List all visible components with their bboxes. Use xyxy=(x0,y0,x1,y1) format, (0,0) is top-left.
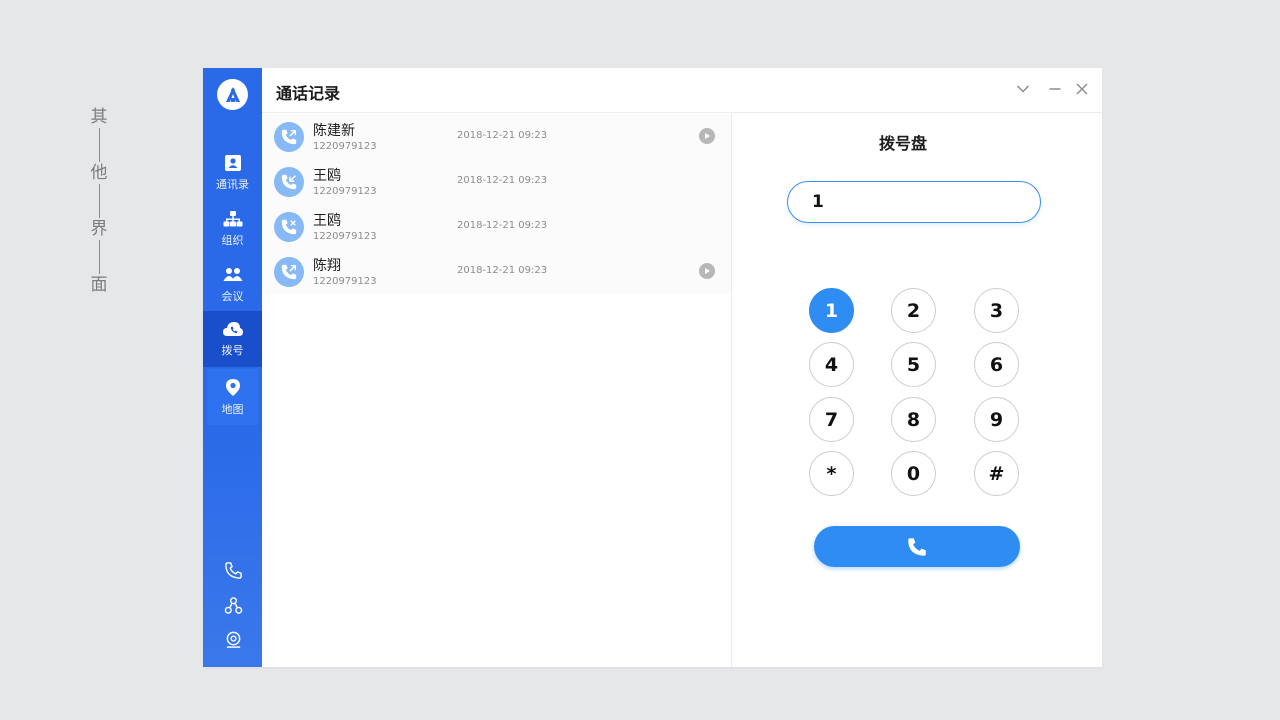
dial-key-3[interactable]: 3 xyxy=(974,288,1019,333)
minimize-icon xyxy=(1049,88,1061,90)
play-icon xyxy=(705,268,710,274)
map-pin-icon xyxy=(225,378,240,396)
dial-key-1[interactable]: 1 xyxy=(809,288,854,333)
call-history-list: 陈建新 1220979123 2018-12-21 09:23 王鸥 12209… xyxy=(262,114,732,667)
phone-icon xyxy=(224,561,242,579)
dial-key-6[interactable]: 6 xyxy=(974,342,1019,387)
dial-key-7[interactable]: 7 xyxy=(809,397,854,442)
page-title: 通话记录 xyxy=(276,84,341,103)
dial-key-5[interactable]: 5 xyxy=(891,342,936,387)
sidebar-item-dial[interactable]: 拨号 xyxy=(203,311,262,367)
app-window: 通讯录 组织 会议 拨号 地图 通话记录 陈建新 1220979123 2018… xyxy=(203,68,1102,667)
minimize-button[interactable] xyxy=(1047,81,1063,97)
phone-icon xyxy=(908,537,926,556)
window-header: 通话记录 xyxy=(262,68,1102,113)
play-recording-button[interactable] xyxy=(699,128,715,144)
caller-number: 1220979123 xyxy=(313,231,377,242)
side-caption: 其 他 界 面 xyxy=(87,106,111,296)
sidebar-item-map[interactable]: 地图 xyxy=(207,369,258,425)
share-icon xyxy=(224,596,242,614)
caption-char: 其 xyxy=(90,107,108,127)
call-time: 2018-12-21 09:23 xyxy=(457,220,548,231)
sidebar-item-contacts[interactable]: 通讯录 xyxy=(203,145,262,201)
caller-name: 陈翔 xyxy=(313,258,341,274)
dial-key-hash[interactable]: # xyxy=(974,451,1019,496)
caller-name: 陈建新 xyxy=(313,123,355,139)
caption-char: 他 xyxy=(90,163,108,183)
sidebar-item-label: 通讯录 xyxy=(216,178,249,191)
call-avatar xyxy=(274,257,304,287)
caller-number: 1220979123 xyxy=(313,186,377,197)
call-row[interactable]: 陈翔 1220979123 2018-12-21 09:23 xyxy=(262,249,731,294)
app-logo[interactable] xyxy=(217,79,248,110)
caption-divider xyxy=(98,184,100,218)
dialpad-title: 拨号盘 xyxy=(878,134,927,153)
logo-icon xyxy=(225,86,240,102)
call-avatar xyxy=(274,167,304,197)
share-button[interactable] xyxy=(223,595,243,615)
chevron-down-icon xyxy=(1016,85,1030,93)
caption-divider xyxy=(98,240,100,274)
sidebar-item-org[interactable]: 组织 xyxy=(203,201,262,257)
caller-number: 1220979123 xyxy=(313,276,377,287)
outgoing-call-icon xyxy=(281,264,297,280)
sidebar-item-label: 地图 xyxy=(221,402,244,416)
caption-char: 面 xyxy=(90,275,108,295)
dial-key-9[interactable]: 9 xyxy=(974,397,1019,442)
call-row[interactable]: 王鸥 1220979123 2018-12-21 09:23 xyxy=(262,159,731,204)
dial-number-input[interactable] xyxy=(787,181,1041,223)
call-time: 2018-12-21 09:23 xyxy=(457,175,548,186)
sidebar-item-label: 会议 xyxy=(221,290,244,303)
caller-number: 1220979123 xyxy=(313,141,377,152)
collapse-button[interactable] xyxy=(1015,81,1031,97)
dial-key-0[interactable]: 0 xyxy=(891,451,936,496)
meeting-icon xyxy=(223,268,242,281)
call-avatar xyxy=(274,212,304,242)
sidebar-nav: 通讯录 组织 会议 拨号 地图 xyxy=(203,68,262,667)
play-recording-button[interactable] xyxy=(699,263,715,279)
call-row[interactable]: 王鸥 1220979123 2018-12-21 09:23 xyxy=(262,204,731,249)
dial-key-8[interactable]: 8 xyxy=(891,397,936,442)
caller-name: 王鸥 xyxy=(313,213,341,229)
outgoing-call-icon xyxy=(281,129,297,145)
dial-key-4[interactable]: 4 xyxy=(809,342,854,387)
caption-char: 界 xyxy=(90,219,108,239)
call-time: 2018-12-21 09:23 xyxy=(457,130,548,141)
call-time: 2018-12-21 09:23 xyxy=(457,265,548,276)
sidebar-item-meeting[interactable]: 会议 xyxy=(203,257,262,313)
caller-name: 王鸥 xyxy=(313,168,341,184)
sidebar-item-label: 组织 xyxy=(221,234,244,247)
phone-button[interactable] xyxy=(223,560,243,580)
dial-key-2[interactable]: 2 xyxy=(891,288,936,333)
camera-button[interactable] xyxy=(223,629,243,649)
call-avatar xyxy=(274,122,304,152)
camera-icon xyxy=(226,631,240,648)
org-icon xyxy=(223,211,242,227)
dial-key-star[interactable]: * xyxy=(809,451,854,496)
play-icon xyxy=(705,133,710,139)
dial-icon xyxy=(222,322,243,336)
dialpad-panel: 拨号盘 1 2 3 4 5 6 7 8 9 * 0 # xyxy=(733,114,1102,667)
contacts-icon xyxy=(224,155,241,171)
caption-divider xyxy=(98,128,100,162)
close-button[interactable] xyxy=(1074,81,1090,97)
missed-call-icon xyxy=(281,219,297,235)
call-button[interactable] xyxy=(814,526,1020,567)
incoming-call-icon xyxy=(281,174,297,190)
call-row[interactable]: 陈建新 1220979123 2018-12-21 09:23 xyxy=(262,114,731,159)
close-icon xyxy=(1076,83,1088,95)
sidebar-item-label: 拨号 xyxy=(221,344,244,357)
